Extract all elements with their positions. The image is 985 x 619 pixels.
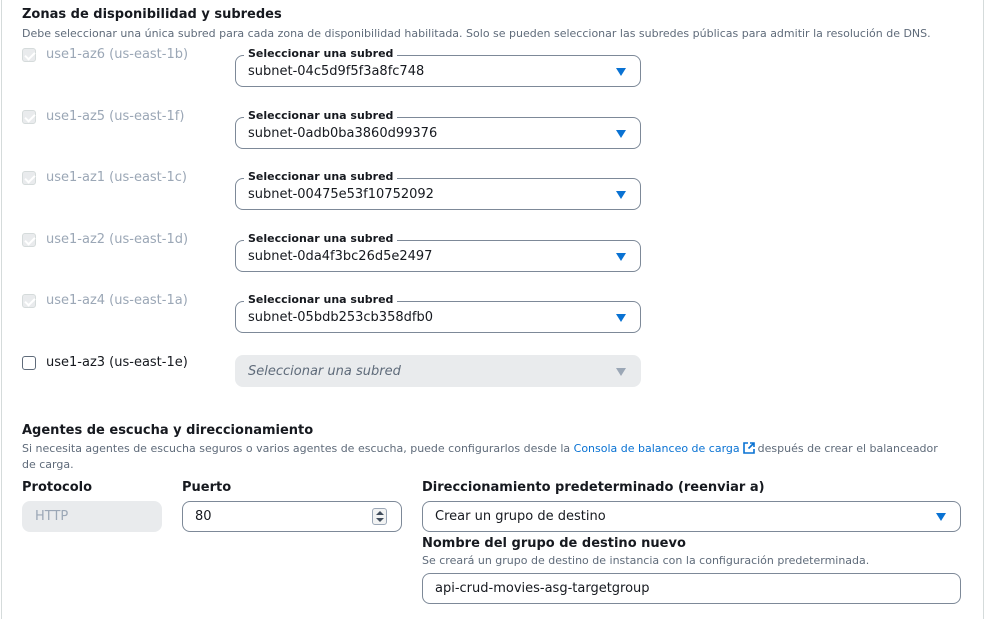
- az-checkbox[interactable]: [22, 356, 36, 370]
- az-label: use1-az2 (us-east-1d): [46, 232, 189, 247]
- az-row: use1-az5 (us-east-1f) Seleccionar una su…: [0, 109, 985, 149]
- az-label: use1-az6 (us-east-1b): [46, 47, 189, 62]
- az-checkbox[interactable]: [22, 48, 36, 62]
- routing-label: Direccionamiento predeterminado (reenvia…: [422, 480, 765, 495]
- subnet-select-placeholder: Seleccionar una subred: [248, 364, 401, 379]
- caret-down-icon: [616, 68, 626, 76]
- az-checkbox[interactable]: [22, 110, 36, 124]
- target-group-name-label: Nombre del grupo de destino nuevo: [422, 536, 686, 551]
- subnet-select-value: subnet-0adb0ba3860d99376: [248, 126, 438, 141]
- caret-down-icon: [616, 130, 626, 138]
- az-row: use1-az2 (us-east-1d) Seleccionar una su…: [0, 232, 985, 272]
- subnet-select-value: subnet-04c5d9f5f3a8fc748: [248, 64, 425, 79]
- subnet-select-legend: Seleccionar una subred: [244, 170, 398, 184]
- az-row: use1-az6 (us-east-1b) Seleccionar una su…: [0, 47, 985, 87]
- az-checkbox[interactable]: [22, 233, 36, 247]
- subnet-select-value: subnet-0da4f3bc26d5e2497: [248, 249, 433, 264]
- az-section-title: Zonas de disponibilidad y subredes: [22, 7, 282, 22]
- subnet-select[interactable]: Seleccionar una subred subnet-00475e53f1…: [235, 170, 641, 210]
- subnet-select-legend: Seleccionar una subred: [244, 47, 398, 61]
- az-label: use1-az3 (us-east-1e): [46, 355, 188, 370]
- az-section-description: Debe seleccionar una única subred para c…: [22, 27, 931, 40]
- az-row: use1-az1 (us-east-1c) Seleccionar una su…: [0, 170, 985, 210]
- port-label: Puerto: [182, 480, 232, 495]
- subnet-select[interactable]: Seleccionar una subred subnet-0da4f3bc26…: [235, 232, 641, 272]
- subnet-select-legend: Seleccionar una subred: [244, 109, 398, 123]
- subnet-select-legend: Seleccionar una subred: [244, 232, 398, 246]
- number-stepper-icon[interactable]: [372, 508, 387, 525]
- routing-select-value: Crear un grupo de destino: [435, 509, 606, 524]
- target-group-name-input[interactable]: api-crud-movies-asg-targetgroup: [422, 573, 961, 604]
- subnet-select[interactable]: Seleccionar una subred subnet-0adb0ba386…: [235, 109, 641, 149]
- az-checkbox[interactable]: [22, 294, 36, 308]
- subnet-select-disabled: Seleccionar una subred: [235, 355, 641, 387]
- subnet-select-value: subnet-00475e53f10752092: [248, 187, 434, 202]
- routing-select[interactable]: Crear un grupo de destino: [422, 501, 961, 532]
- az-label: use1-az1 (us-east-1c): [46, 170, 187, 185]
- caret-down-icon: [616, 314, 626, 322]
- az-row: use1-az4 (us-east-1a) Seleccionar una su…: [0, 293, 985, 333]
- az-row: use1-az3 (us-east-1e) Seleccionar una su…: [0, 355, 985, 395]
- az-checkbox[interactable]: [22, 171, 36, 185]
- port-input[interactable]: 80: [182, 501, 402, 532]
- external-link-icon[interactable]: [742, 441, 756, 455]
- subnet-select-legend: Seleccionar una subred: [244, 293, 398, 307]
- port-value: 80: [195, 509, 212, 524]
- listeners-section-description: Si necesita agentes de escucha seguros o…: [22, 441, 952, 473]
- caret-down-icon: [616, 368, 626, 376]
- listeners-section-title: Agentes de escucha y direccionamiento: [22, 423, 314, 438]
- subnet-select-value: subnet-05bdb253cb358dfb0: [248, 310, 433, 325]
- subnet-select[interactable]: Seleccionar una subred subnet-04c5d9f5f3…: [235, 47, 641, 87]
- protocol-input: HTTP: [22, 501, 162, 532]
- console-link[interactable]: Consola de balanceo de carga: [574, 442, 740, 455]
- caret-down-icon: [616, 253, 626, 261]
- protocol-label: Protocolo: [22, 480, 93, 495]
- description-text: Si necesita agentes de escucha seguros o…: [22, 442, 571, 455]
- subnet-select[interactable]: Seleccionar una subred subnet-05bdb253cb…: [235, 293, 641, 333]
- caret-down-icon: [616, 191, 626, 199]
- target-group-description: Se creará un grupo de destino de instanc…: [422, 554, 870, 567]
- az-label: use1-az4 (us-east-1a): [46, 293, 188, 308]
- caret-down-icon: [936, 513, 946, 521]
- az-label: use1-az5 (us-east-1f): [46, 109, 185, 124]
